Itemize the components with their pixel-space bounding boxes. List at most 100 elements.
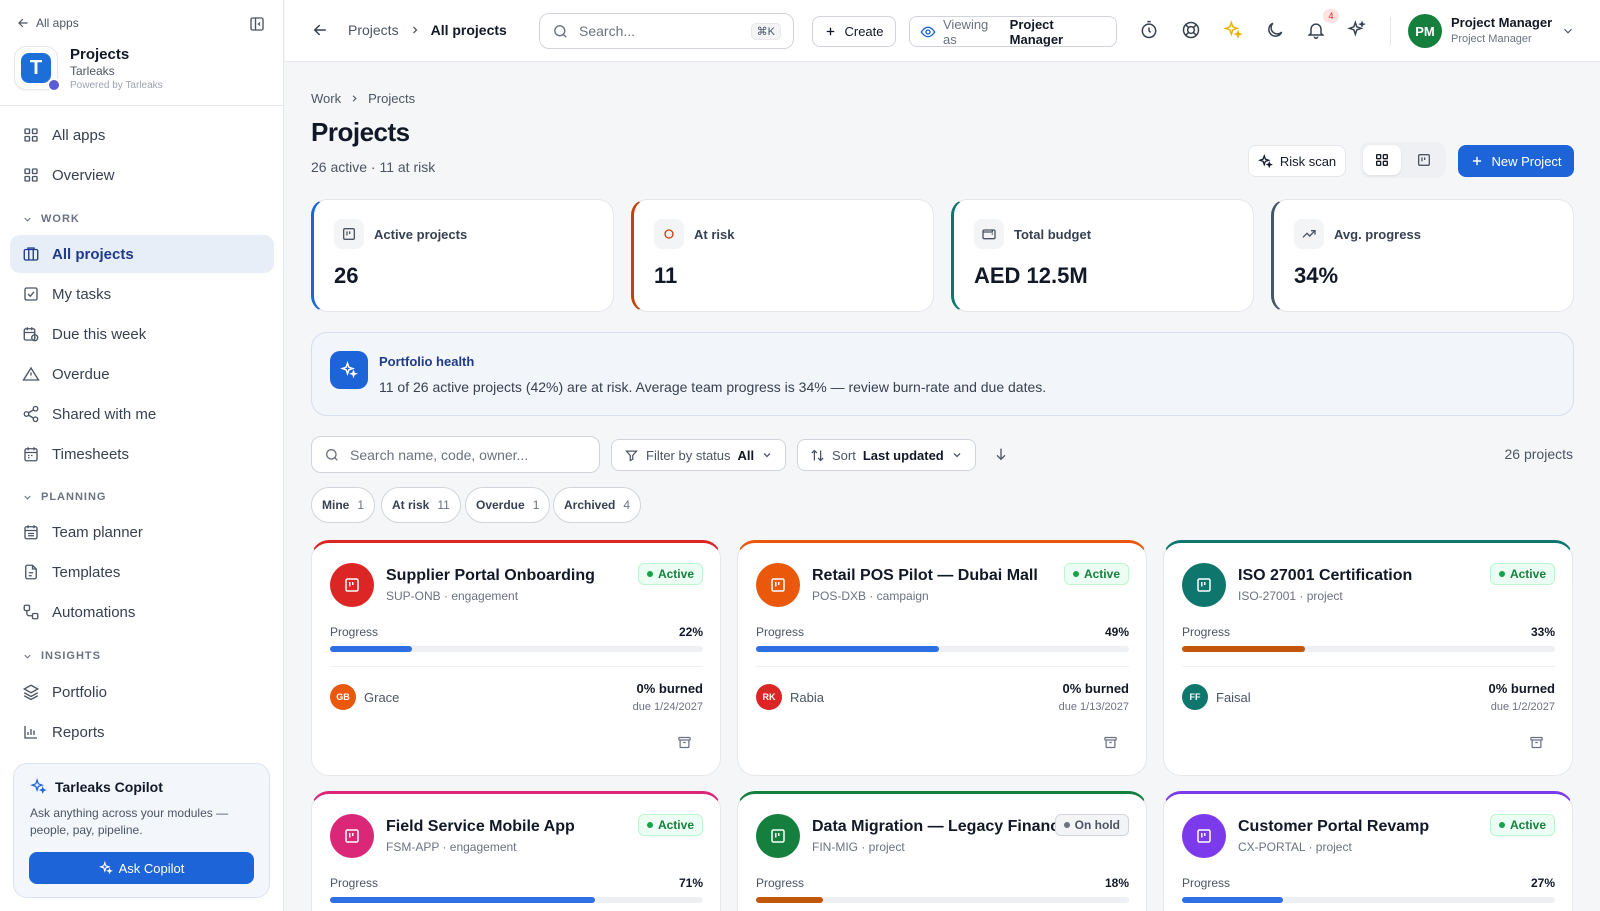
chevron-right-icon: [409, 24, 421, 36]
trending-up-icon: [1294, 219, 1324, 249]
progress-value: 18%: [1104, 876, 1129, 890]
health-title: Portfolio health: [379, 354, 475, 369]
section-work-toggle[interactable]: WORK: [22, 213, 80, 225]
sidebar-item-shared-with-me[interactable]: Shared with me: [10, 395, 274, 433]
sidebar-item-team-planner[interactable]: Team planner: [10, 513, 274, 551]
sidebar-item-templates[interactable]: Templates: [10, 553, 274, 591]
project-name: Customer Portal Revamp: [1238, 818, 1430, 835]
project-board-icon: [1182, 563, 1226, 607]
archive-icon[interactable]: [677, 735, 692, 750]
chip-overdue[interactable]: Overdue 1: [465, 487, 551, 523]
project-card[interactable]: ISO 27001 Certification ISO-27001 · proje…: [1163, 540, 1573, 776]
project-card[interactable]: Data Migration — Legacy Finance FIN-MIG ·…: [737, 791, 1147, 911]
global-search-input[interactable]: Search... ⌘K: [539, 13, 794, 49]
board-view-button[interactable]: [1405, 145, 1443, 175]
user-avatar[interactable]: PM: [1408, 14, 1442, 48]
sparkles-icon: [30, 778, 47, 795]
view-mode-toggle: [1360, 142, 1446, 178]
section-planning-toggle[interactable]: PLANNING: [22, 491, 106, 503]
budget-burned: 0% burned: [636, 681, 703, 696]
sidebar-item-portfolio[interactable]: Portfolio: [10, 673, 274, 711]
divider: [330, 666, 703, 667]
shortcut-hint: ⌘K: [750, 22, 781, 40]
sidebar-item-timesheets[interactable]: Timesheets: [10, 435, 274, 473]
status-filter-dropdown[interactable]: Filter by status All: [611, 439, 787, 471]
breadcrumb-projects-link[interactable]: Projects: [348, 22, 399, 38]
project-name: Field Service Mobile App: [386, 818, 575, 835]
sort-icon: [810, 448, 825, 463]
layers-icon: [22, 683, 40, 701]
ask-copilot-button[interactable]: Ask Copilot: [29, 852, 254, 884]
risk-scan-button[interactable]: Risk scan: [1248, 145, 1346, 177]
user-name: Project Manager: [1451, 15, 1553, 30]
section-insights-toggle[interactable]: INSIGHTS: [22, 650, 101, 662]
project-name: Retail POS Pilot — Dubai Mall: [812, 567, 1038, 584]
stat-value: 34%: [1294, 263, 1339, 288]
breadcrumb-current: All projects: [430, 22, 507, 38]
sparkle-assistant-icon[interactable]: [1347, 20, 1367, 40]
breadcrumb-work-link[interactable]: Work: [311, 91, 341, 106]
sidebar-item-reports[interactable]: Reports: [10, 713, 274, 751]
chip-mine[interactable]: Mine 1: [311, 487, 376, 523]
chevron-down-icon: [22, 492, 33, 503]
sidebar-item-my-tasks[interactable]: My tasks: [10, 275, 274, 313]
circle-icon: [654, 219, 684, 249]
timer-icon[interactable]: [1139, 20, 1159, 40]
viewing-as-button[interactable]: Viewing as Project Manager: [909, 16, 1117, 47]
create-button[interactable]: Create: [812, 16, 896, 47]
owner-avatar: GB: [330, 684, 356, 710]
copilot-title: Tarleaks Copilot: [55, 778, 163, 795]
back-arrow-icon[interactable]: [311, 21, 329, 39]
sidebar-item-overdue[interactable]: Overdue: [10, 355, 274, 393]
progress-bar: [330, 897, 703, 903]
project-card[interactable]: Retail POS Pilot — Dubai Mall POS-DXB · c…: [737, 540, 1147, 776]
project-card[interactable]: Field Service Mobile App FSM-APP · engage…: [311, 791, 721, 911]
notification-count-badge: 4: [1323, 9, 1339, 23]
bell-icon[interactable]: [1306, 20, 1326, 40]
sidebar-item-all-apps[interactable]: All apps: [10, 116, 274, 154]
moon-icon[interactable]: [1265, 20, 1285, 40]
stat-card-at-risk: At risk 11: [631, 199, 934, 312]
project-search-input[interactable]: Search name, code, owner...: [311, 436, 600, 473]
calendar-clock-icon: [22, 325, 40, 343]
project-code: FSM-APP · engagement: [386, 840, 517, 854]
sort-dropdown[interactable]: Sort Last updated: [797, 439, 976, 471]
archive-icon[interactable]: [1103, 735, 1118, 750]
top-bar: Projects All projects Search... ⌘K Creat…: [285, 0, 1600, 62]
project-card[interactable]: Supplier Portal Onboarding SUP-ONB · enga…: [311, 540, 721, 776]
sparkles-ai-icon[interactable]: [1223, 20, 1243, 40]
budget-burned: 0% burned: [1062, 681, 1129, 696]
calendar-icon: [22, 445, 40, 463]
sidebar-item-automations[interactable]: Automations: [10, 593, 274, 631]
sidebar-item-due-this-week[interactable]: Due this week: [10, 315, 274, 353]
progress-bar: [756, 646, 1129, 652]
status-badge: Active: [1489, 563, 1555, 585]
page-title: Projects: [311, 117, 410, 147]
eye-icon: [920, 24, 936, 40]
grid-icon: [22, 166, 40, 184]
all-apps-back-link[interactable]: All apps: [16, 16, 79, 30]
sidebar-item-all-projects[interactable]: All projects: [10, 235, 274, 273]
grid-view-button[interactable]: [1363, 145, 1401, 175]
help-lifebuoy-icon[interactable]: [1181, 20, 1201, 40]
due-date: due 1/24/2027: [632, 701, 703, 713]
progress-bar: [756, 897, 1129, 903]
stat-card-total-budget: Total budget AED 12.5M: [951, 199, 1254, 312]
new-project-button[interactable]: New Project: [1458, 145, 1574, 177]
filter-icon: [624, 448, 639, 463]
breadcrumb-projects[interactable]: Projects: [368, 91, 415, 106]
sort-direction-arrow-icon[interactable]: [993, 446, 1009, 462]
progress-value: 71%: [678, 876, 703, 890]
sidebar-item-overview[interactable]: Overview: [10, 156, 274, 194]
project-name: ISO 27001 Certification: [1238, 567, 1413, 584]
chip-archived[interactable]: Archived 4: [553, 487, 642, 523]
archive-icon[interactable]: [1529, 735, 1544, 750]
project-code: FIN-MIG · project: [812, 840, 905, 854]
chevron-down-icon[interactable]: [1561, 24, 1575, 38]
progress-label: Progress: [1182, 876, 1231, 890]
kanban-icon: [334, 219, 364, 249]
chip-at-risk[interactable]: At risk 11: [381, 487, 461, 523]
project-card[interactable]: Customer Portal Revamp CX-PORTAL · projec…: [1163, 791, 1573, 911]
status-badge: Active: [637, 563, 703, 585]
sidebar-collapse-icon[interactable]: [248, 15, 266, 33]
